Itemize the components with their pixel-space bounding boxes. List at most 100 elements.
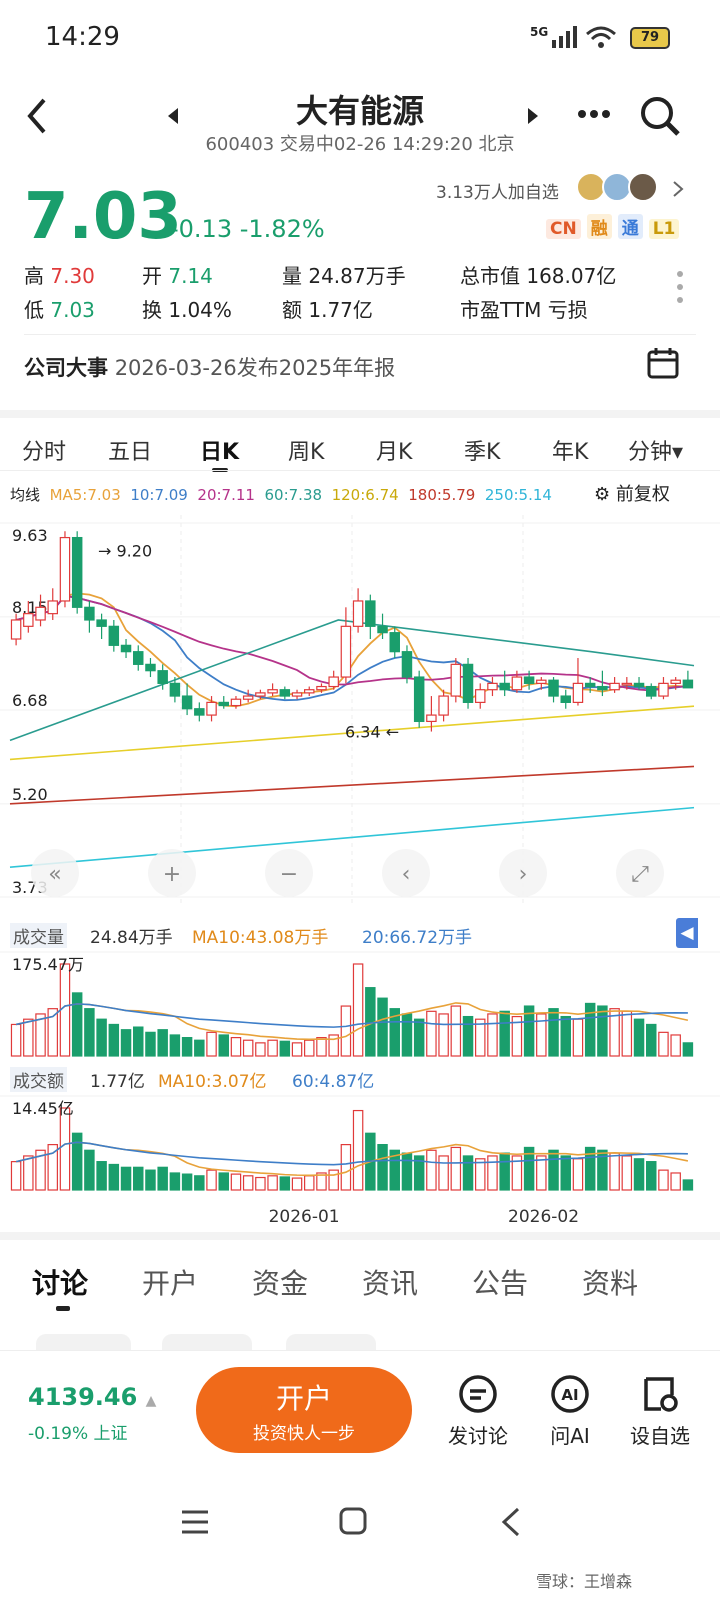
company-event[interactable]: 公司大事 2026-03-26发布2025年年报 xyxy=(24,352,395,382)
candle-body xyxy=(10,619,22,640)
market-tags: CN 融通 L1 xyxy=(540,214,680,239)
volume-bar xyxy=(658,1031,669,1057)
stat-turnover: 换 1.04% xyxy=(142,298,232,322)
adjust-label: 前复权 xyxy=(615,484,670,505)
candle-body xyxy=(242,695,254,700)
volume-bar xyxy=(145,1031,156,1057)
volume-bar xyxy=(23,1018,34,1057)
volume-bar xyxy=(450,1005,462,1057)
add-watchlist-button[interactable]: 设自选 xyxy=(622,1373,698,1449)
volume-bar xyxy=(206,1169,217,1191)
candle-body xyxy=(511,676,523,691)
volume-bar xyxy=(426,1149,437,1191)
tab-discussion[interactable]: 讨论 xyxy=(32,1262,88,1302)
volume-bar xyxy=(230,1173,242,1191)
ask-ai-button[interactable]: AI 问AI xyxy=(532,1373,608,1449)
volume-bar xyxy=(328,1169,339,1191)
tab-five-day[interactable]: 五日 xyxy=(108,434,152,466)
price-change: -0.13 -1.82% xyxy=(170,215,325,243)
tab-daily-k[interactable]: 日K xyxy=(200,434,239,466)
volume-bar xyxy=(462,1155,474,1191)
side-panel-toggle-icon[interactable]: ◀ xyxy=(676,918,698,948)
volume-bar xyxy=(218,1172,229,1191)
search-icon[interactable] xyxy=(638,94,682,138)
stock-name: 大有能源 xyxy=(295,92,424,130)
y-tick-label: 5.20 xyxy=(12,785,48,804)
volume-bar xyxy=(682,1042,694,1057)
index-value[interactable]: 4139.46 ▲ xyxy=(28,1383,156,1411)
volume-bar xyxy=(450,1146,462,1191)
candle-body xyxy=(609,682,620,691)
tab-quarterly-k[interactable]: 季K xyxy=(464,434,500,466)
candlestick-chart[interactable]: 9.638.156.685.203.73→ 9.206.34 ←« + − ‹ › ⤢ xyxy=(0,515,720,915)
tab-monthly-k[interactable]: 月K xyxy=(376,434,412,466)
volume-bar xyxy=(59,963,71,1057)
followers-count: 3.13万人加自选 xyxy=(436,183,559,203)
ma250-value: 250:5.14 xyxy=(484,486,552,504)
tag-connect: 通 xyxy=(617,214,643,239)
volume-bar xyxy=(572,1018,584,1057)
tab-minute[interactable]: 分钟▾ xyxy=(628,434,683,466)
candle-body xyxy=(96,619,107,627)
next-stock-icon[interactable] xyxy=(528,108,540,124)
ma250-line xyxy=(9,806,695,869)
volume-bar xyxy=(621,1010,633,1057)
volume-bar xyxy=(499,1152,510,1191)
volume-bar xyxy=(108,1163,120,1191)
candle-body xyxy=(120,644,132,653)
svg-text:AI: AI xyxy=(561,1386,578,1404)
candle-body xyxy=(71,536,83,608)
volume-bar xyxy=(267,1039,278,1057)
ma20-value: 20:7.11 xyxy=(197,486,255,504)
tab-open-account[interactable]: 开户 xyxy=(142,1262,198,1302)
calendar-icon[interactable] xyxy=(646,346,680,380)
ma5-value: MA5:7.03 xyxy=(49,486,121,504)
candle-body xyxy=(218,701,229,707)
nav-back-icon[interactable] xyxy=(500,1506,522,1538)
content-tab-indicator xyxy=(56,1306,70,1311)
chevron-right-icon[interactable] xyxy=(672,180,684,198)
candle-body xyxy=(230,698,242,707)
tab-funds[interactable]: 资金 xyxy=(252,1262,308,1302)
volume-bar xyxy=(621,1155,633,1191)
candle-body xyxy=(377,625,388,634)
tab-yearly-k[interactable]: 年K xyxy=(552,434,588,466)
status-bar: 14:29 5G 79 xyxy=(0,0,720,76)
ma10-value: 10:7.09 xyxy=(130,486,188,504)
volume-bar xyxy=(304,1175,315,1191)
tab-profile[interactable]: 资料 xyxy=(582,1262,638,1302)
follower-avatars[interactable] xyxy=(576,172,660,204)
tab-intraday[interactable]: 分时 xyxy=(22,434,66,466)
volume-bar xyxy=(23,1155,34,1191)
candle-body xyxy=(133,651,144,665)
tab-news[interactable]: 资讯 xyxy=(362,1262,418,1302)
candle-body xyxy=(279,689,291,697)
home-icon[interactable] xyxy=(338,1506,368,1536)
stat-low: 低 7.03 xyxy=(24,298,95,322)
volume-bar xyxy=(291,1042,303,1057)
volume-chart[interactable]: 175.47万 xyxy=(0,950,720,1060)
chart-control-icon: « xyxy=(48,862,61,887)
more-icon[interactable] xyxy=(576,108,612,120)
post-discussion-button[interactable]: 发讨论 xyxy=(440,1373,516,1449)
amount-ma60: 60:4.87亿 xyxy=(292,1072,375,1092)
tag-margin: 融 xyxy=(586,214,612,239)
open-account-button[interactable]: 开户 投资快人一步 xyxy=(196,1367,412,1453)
volume-bar xyxy=(499,1010,510,1057)
signal-icon xyxy=(552,26,577,48)
tab-weekly-k[interactable]: 周K xyxy=(288,434,324,466)
candle-body xyxy=(560,695,571,703)
more-stats-icon[interactable] xyxy=(676,270,684,304)
candle-body xyxy=(401,651,413,678)
adjust-toggle[interactable]: ⚙ 前复权 xyxy=(594,480,670,506)
stat-high: 高 7.30 xyxy=(24,264,95,288)
volume-bar xyxy=(218,1034,229,1057)
volume-bar xyxy=(230,1036,242,1057)
volume-bar xyxy=(206,1031,217,1057)
change-value: -0.13 xyxy=(170,215,233,243)
menu-icon[interactable] xyxy=(180,1508,210,1536)
amount-chart[interactable]: 14.45亿 2026-01 2026-02 xyxy=(0,1094,720,1229)
tab-announcements[interactable]: 公告 xyxy=(472,1262,528,1302)
stock-code-status: 600403 交易中02-26 14:29:20 北京 xyxy=(205,134,515,155)
amount-value: 1.77亿 xyxy=(90,1072,145,1092)
